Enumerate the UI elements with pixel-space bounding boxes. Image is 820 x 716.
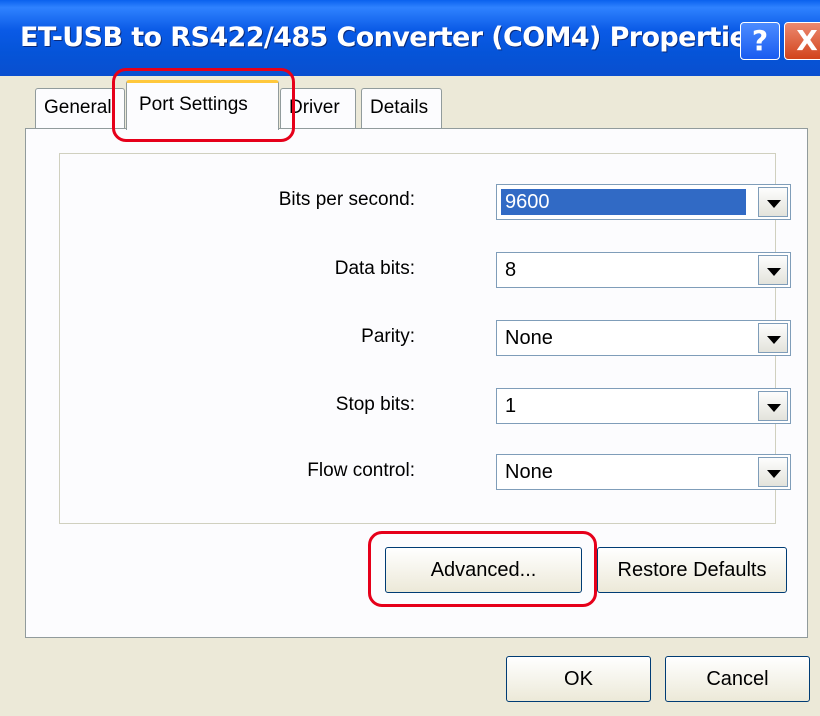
chevron-down-icon[interactable]	[758, 255, 788, 285]
properties-dialog: ET-USB to RS422/485 Converter (COM4) Pro…	[0, 0, 820, 716]
stop-bits-dropdown[interactable]: 1	[496, 388, 791, 424]
parity-value: None	[505, 327, 553, 349]
settings-group: Bits per second: 9600 Data bits: 8 Parit…	[59, 153, 791, 524]
ok-button[interactable]: OK	[506, 656, 651, 702]
flow-control-dropdown[interactable]: None	[496, 454, 791, 490]
close-button[interactable]: X	[784, 22, 820, 60]
tab-details[interactable]: Details	[361, 88, 442, 128]
cancel-button[interactable]: Cancel	[665, 656, 810, 702]
data-bits-label: Data bits:	[334, 258, 415, 279]
parity-dropdown[interactable]: None	[496, 320, 791, 356]
tab-general[interactable]: General	[35, 88, 125, 128]
chevron-down-icon[interactable]	[758, 457, 788, 487]
chevron-down-icon[interactable]	[758, 391, 788, 421]
tab-port-settings[interactable]: Port Settings	[126, 80, 279, 130]
tab-strip: General Port Settings Driver Details	[0, 76, 820, 130]
flow-control-label: Flow control:	[307, 460, 415, 481]
stop-bits-value: 1	[505, 395, 517, 417]
bits-per-second-dropdown[interactable]: 9600	[496, 184, 791, 220]
chevron-down-icon[interactable]	[758, 323, 788, 353]
help-button[interactable]: ?	[740, 22, 780, 60]
data-bits-value: 8	[505, 259, 517, 281]
tab-driver[interactable]: Driver	[280, 88, 356, 128]
window-title: ET-USB to RS422/485 Converter (COM4) Pro…	[20, 22, 763, 53]
title-bar[interactable]: ET-USB to RS422/485 Converter (COM4) Pro…	[0, 0, 820, 76]
bits-per-second-label: Bits per second:	[278, 189, 415, 210]
chevron-down-icon[interactable]	[758, 187, 788, 217]
parity-label: Parity:	[361, 326, 415, 347]
restore-defaults-button[interactable]: Restore Defaults	[597, 547, 787, 593]
flow-control-value: None	[505, 461, 553, 483]
dialog-body: General Port Settings Driver Details Bit…	[0, 76, 820, 716]
data-bits-dropdown[interactable]: 8	[496, 252, 791, 288]
stop-bits-label: Stop bits:	[335, 394, 415, 415]
port-settings-panel: Bits per second: 9600 Data bits: 8 Parit…	[25, 128, 808, 638]
advanced-button[interactable]: Advanced...	[385, 547, 582, 593]
bits-per-second-value: 9600	[501, 189, 746, 215]
